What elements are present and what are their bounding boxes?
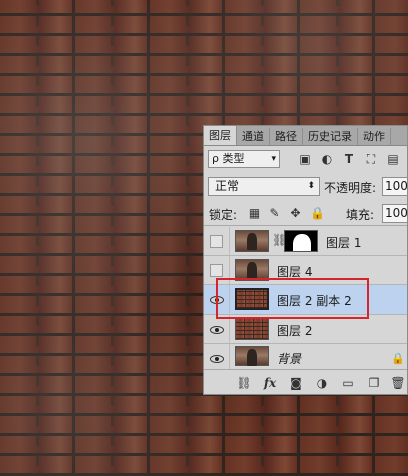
fill-label: 填充:	[346, 208, 375, 222]
lock-icon: 🔒	[391, 352, 405, 365]
panel-bottom-bar: ⛓ fx ◙ ◑ ▭ ❐ 🗑	[204, 369, 407, 394]
layer-row-selected[interactable]: 图层 2 副本 2	[204, 285, 407, 315]
panel-tabs: 图层 通道 路径 历史记录 动作	[204, 126, 407, 146]
layer-thumbnail	[235, 346, 269, 366]
layer-row[interactable]: ⛓ 图层 1	[204, 227, 407, 256]
folder-icon[interactable]: ▭	[340, 375, 356, 391]
image-filter-icon[interactable]: ▣	[298, 152, 312, 166]
blend-mode-select[interactable]: 正常 ⬍	[208, 177, 320, 196]
layer-name: 图层 2 副本 2	[277, 294, 352, 308]
layer-thumbnail	[235, 259, 269, 281]
opacity-label: 不透明度:	[324, 181, 377, 195]
visibility-toggle[interactable]	[210, 235, 223, 248]
tab-history[interactable]: 历史记录	[303, 128, 358, 145]
layer-row[interactable]: 图层 2	[204, 315, 407, 344]
layer-mask-thumbnail[interactable]	[284, 230, 318, 252]
filter-kind-label: ρ 类型	[212, 152, 245, 165]
filter-row: ρ 类型 ▾ ▣ ◐ T ⛶ ▤	[204, 148, 407, 172]
blend-mode-value: 正常	[215, 179, 240, 193]
visibility-toggle[interactable]	[210, 264, 223, 277]
lock-transparent-icon[interactable]: ▦	[248, 207, 261, 220]
adjustment-filter-icon[interactable]: ◐	[320, 152, 334, 166]
layer-name: 背景	[277, 352, 302, 366]
lock-all-icon[interactable]: 🔒	[310, 207, 325, 220]
tab-layers[interactable]: 图层	[204, 126, 237, 145]
layer-thumbnail	[235, 288, 269, 310]
lock-move-icon[interactable]: ✥	[289, 207, 302, 220]
layer-row[interactable]: 图层 4	[204, 256, 407, 285]
opacity-field[interactable]: 100%	[382, 177, 407, 196]
eye-icon[interactable]	[210, 296, 224, 304]
filter-kind-select[interactable]: ρ 类型 ▾	[208, 150, 280, 168]
smart-object-filter-icon[interactable]: ▤	[386, 152, 400, 166]
layer-thumbnail	[235, 318, 269, 340]
layer-name: 图层 4	[277, 265, 313, 279]
adjustment-icon[interactable]: ◑	[314, 375, 330, 391]
eye-icon[interactable]	[210, 326, 224, 334]
layer-name: 图层 2	[277, 324, 313, 338]
layer-name: 图层 1	[326, 236, 362, 250]
mask-icon[interactable]: ◙	[288, 375, 304, 391]
fill-field[interactable]: 100%	[382, 204, 407, 223]
chevron-down-icon: ▾	[271, 154, 276, 164]
blend-row: 正常 ⬍ 不透明度: 100%	[204, 175, 407, 199]
shape-filter-icon[interactable]: ⛶	[364, 152, 378, 166]
type-filter-icon[interactable]: T	[342, 152, 356, 166]
eye-icon[interactable]	[210, 355, 224, 363]
fx-icon[interactable]: fx	[262, 375, 278, 391]
layer-thumbnail	[235, 230, 269, 252]
trash-icon[interactable]: 🗑	[390, 375, 406, 391]
lock-row: 锁定: ▦ ✎ ✥ 🔒 填充: 100%	[204, 203, 407, 226]
tab-paths[interactable]: 路径	[270, 128, 303, 145]
chevron-updown-icon: ⬍	[307, 181, 315, 191]
tab-channels[interactable]: 通道	[237, 128, 270, 145]
tab-actions[interactable]: 动作	[358, 128, 391, 145]
layer-row-background[interactable]: 背景 🔒	[204, 344, 407, 372]
lock-paint-icon[interactable]: ✎	[268, 207, 281, 220]
link-icon[interactable]: ⛓	[236, 375, 252, 391]
new-layer-icon[interactable]: ❐	[366, 375, 382, 391]
lock-label: 锁定:	[209, 208, 238, 222]
layers-panel: 图层 通道 路径 历史记录 动作 ρ 类型 ▾ ▣ ◐ T ⛶ ▤ 正常 ⬍ 不…	[203, 125, 408, 395]
